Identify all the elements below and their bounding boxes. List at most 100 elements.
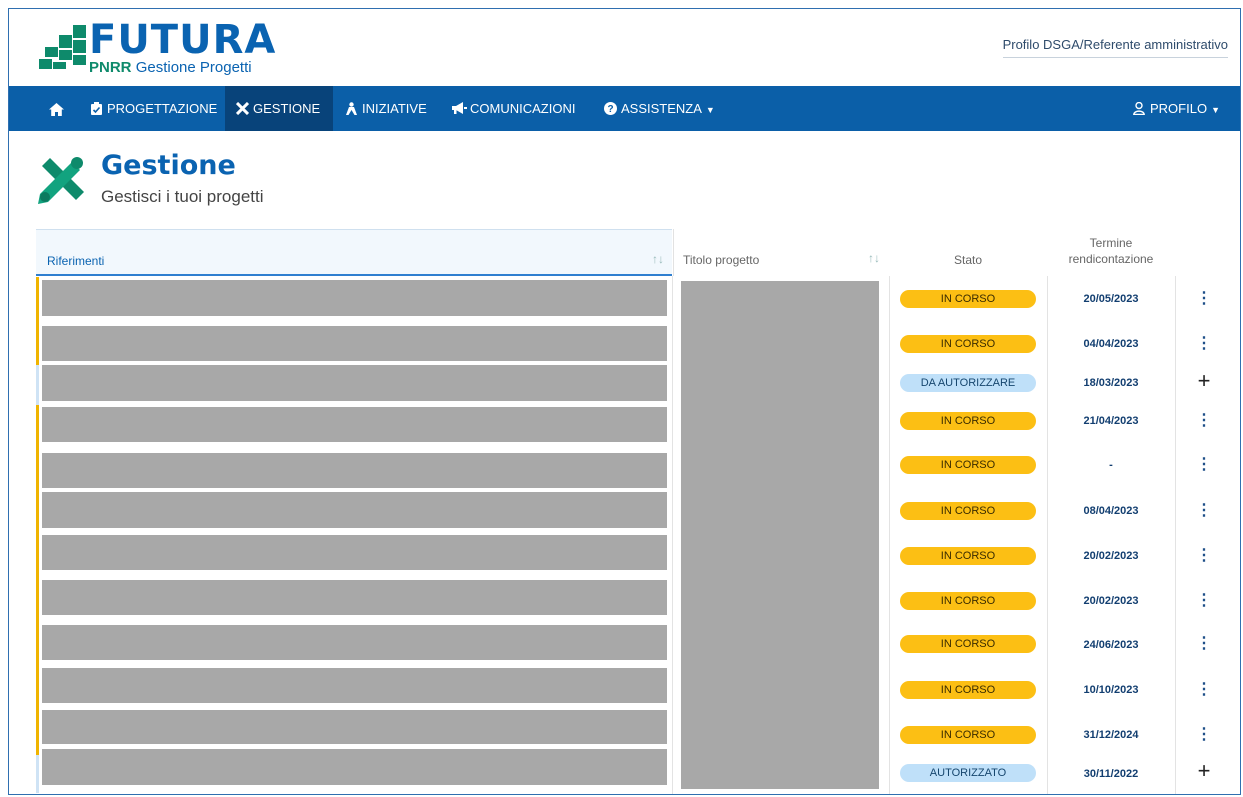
chevron-down-icon: ▼ [705, 105, 715, 115]
person-icon [344, 86, 358, 131]
status-badge: IN CORSO [900, 726, 1036, 744]
projects-table: Riferimenti ↑↓ Titolo progetto ↑↓ Stato … [36, 229, 1232, 794]
status-badge: IN CORSO [900, 290, 1036, 308]
main-nav: PROGETTAZIONE GESTIONE INIZIATIVE COMUNI… [9, 86, 1240, 131]
reference-cell[interactable] [42, 492, 667, 528]
reference-cell[interactable] [42, 710, 667, 744]
nav-assistenza[interactable]: ? ASSISTENZA ▼ [593, 86, 725, 131]
kebab-menu-icon[interactable]: ⋮ [1184, 500, 1224, 520]
column-header-titolo[interactable]: Titolo progetto ↑↓ [673, 229, 889, 276]
column-label: Stato [953, 253, 983, 267]
reference-cell[interactable] [42, 407, 667, 442]
sort-icon[interactable]: ↑↓ [652, 252, 664, 266]
status-badge: IN CORSO [900, 592, 1036, 610]
page-title: Gestione [101, 150, 236, 181]
row-accent [36, 277, 39, 365]
kebab-menu-icon[interactable]: ⋮ [1184, 333, 1224, 353]
user-icon [1132, 86, 1146, 131]
deadline-date: 30/11/2022 [1083, 768, 1139, 780]
status-badge: IN CORSO [900, 456, 1036, 474]
add-icon[interactable]: + [1184, 368, 1224, 394]
kebab-menu-icon[interactable]: ⋮ [1184, 679, 1224, 699]
status-badge: IN CORSO [900, 502, 1036, 520]
home-icon [49, 101, 64, 117]
deadline-date: 24/06/2023 [1083, 639, 1139, 651]
kebab-menu-icon[interactable]: ⋮ [1184, 590, 1224, 610]
deadline-date: 31/12/2024 [1083, 729, 1139, 741]
column-label-line1: Termine [1089, 236, 1133, 250]
kebab-menu-icon[interactable]: ⋮ [1184, 454, 1224, 474]
deadline-date: 20/02/2023 [1083, 595, 1139, 607]
column-label-line2: rendicontazione [1068, 252, 1154, 266]
gestione-tools-icon [36, 154, 88, 206]
status-badge: IN CORSO [900, 547, 1036, 565]
logo-sub: Gestione Progetti [135, 59, 252, 76]
deadline-date: 21/04/2023 [1083, 415, 1139, 427]
nav-label: COMUNICAZIONI [470, 101, 576, 116]
row-accent [36, 405, 39, 755]
app-frame: FUTURA PNRR Gestione Progetti Profilo DS… [8, 8, 1241, 795]
column-divider [1175, 276, 1176, 794]
reference-cell[interactable] [42, 453, 667, 488]
deadline-date: 04/04/2023 [1083, 338, 1139, 350]
kebab-menu-icon[interactable]: ⋮ [1184, 410, 1224, 430]
column-divider [1047, 276, 1048, 794]
clipboard-icon [89, 86, 103, 131]
nav-home[interactable] [39, 86, 74, 131]
row-accent [36, 755, 39, 793]
column-header-termine: Termine rendicontazione [1047, 229, 1175, 276]
kebab-menu-icon[interactable]: ⋮ [1184, 633, 1224, 653]
nav-profilo[interactable]: PROFILO ▼ [1122, 86, 1230, 131]
column-header-stato: Stato [889, 229, 1047, 276]
nav-label: INIZIATIVE [362, 101, 427, 116]
reference-cell[interactable] [42, 749, 667, 785]
reference-cell[interactable] [42, 668, 667, 703]
nav-gestione[interactable]: GESTIONE [225, 86, 333, 131]
chevron-down-icon: ▼ [1211, 105, 1220, 115]
column-label: Riferimenti [47, 254, 105, 268]
logo-word: FUTURA [89, 17, 277, 63]
nav-comunicazioni[interactable]: COMUNICAZIONI [442, 86, 585, 131]
status-badge: IN CORSO [900, 412, 1036, 430]
megaphone-icon [452, 86, 467, 131]
deadline-date: 10/10/2023 [1083, 684, 1139, 696]
logo-pnrr: PNRR [89, 59, 132, 76]
column-label: Titolo progetto [683, 253, 760, 267]
svg-text:?: ? [607, 104, 613, 115]
deadline-date: - [1109, 459, 1113, 471]
kebab-menu-icon[interactable]: ⋮ [1184, 288, 1224, 308]
question-icon: ? [603, 86, 617, 131]
deadline-date: 08/04/2023 [1083, 505, 1139, 517]
kebab-menu-icon[interactable]: ⋮ [1184, 545, 1224, 565]
deadline-date: 18/03/2023 [1083, 377, 1139, 389]
row-accent [36, 365, 39, 405]
logo-subtitle: PNRR Gestione Progetti [89, 59, 252, 76]
status-badge: IN CORSO [900, 635, 1036, 653]
reference-cell[interactable] [42, 625, 667, 660]
status-badge: AUTORIZZATO [900, 764, 1036, 782]
project-title-column[interactable] [681, 281, 879, 789]
nav-iniziative[interactable]: INIZIATIVE [334, 86, 437, 131]
column-header-riferimenti[interactable]: Riferimenti ↑↓ [36, 229, 672, 276]
reference-cell[interactable] [42, 280, 667, 316]
nav-label: ASSISTENZA [621, 101, 702, 116]
column-label: Termine rendicontazione [1047, 235, 1175, 267]
tools-icon [235, 86, 249, 131]
nav-progettazione[interactable]: PROGETTAZIONE [79, 86, 227, 131]
deadline-date: 20/02/2023 [1083, 550, 1139, 562]
status-badge: DA AUTORIZZARE [900, 374, 1036, 392]
deadline-date: 20/05/2023 [1083, 293, 1139, 305]
kebab-menu-icon[interactable]: ⋮ [1184, 724, 1224, 744]
column-divider [889, 276, 890, 794]
column-divider [672, 276, 673, 794]
reference-cell[interactable] [42, 535, 667, 570]
reference-cell[interactable] [42, 326, 667, 361]
sort-icon[interactable]: ↑↓ [868, 251, 880, 265]
profile-role-label[interactable]: Profilo DSGA/Referente amministrativo [1002, 37, 1228, 58]
header: FUTURA PNRR Gestione Progetti Profilo DS… [9, 9, 1240, 86]
reference-cell[interactable] [42, 365, 667, 401]
reference-cell[interactable] [42, 580, 667, 615]
nav-label: PROFILO [1150, 101, 1208, 116]
add-icon[interactable]: + [1184, 758, 1224, 784]
logo-blocks-icon [39, 25, 87, 71]
